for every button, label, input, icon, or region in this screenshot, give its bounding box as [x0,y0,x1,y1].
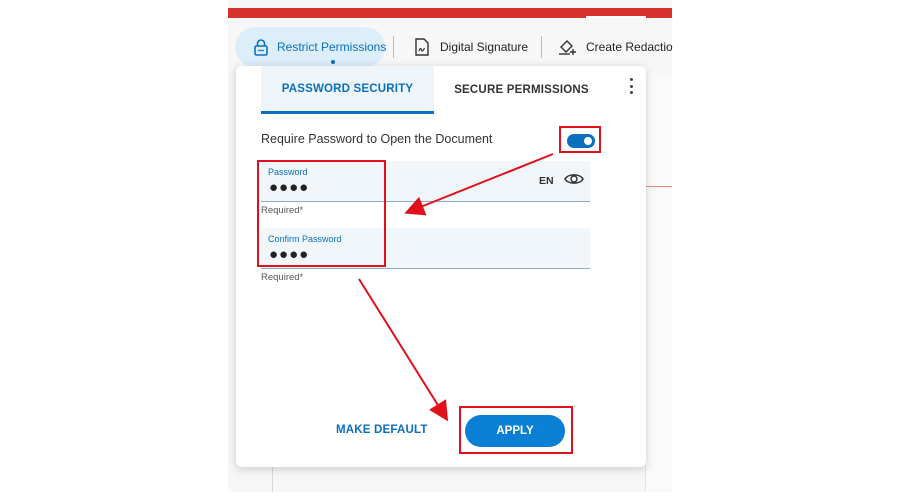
digital-signature-label: Digital Signature [440,40,529,54]
create-redaction-button[interactable]: Create Redactio [558,27,673,67]
tab-secure-permissions[interactable]: SECURE PERMISSIONS [434,66,609,114]
restrict-permissions-button[interactable]: Restrict Permissions [235,27,387,67]
document-side-area [645,74,672,492]
password-fields-highlight-box [257,160,386,267]
create-redaction-label: Create Redactio [586,40,673,54]
document-guide-line [645,186,672,187]
redaction-icon [558,37,578,57]
language-indicator: EN [539,175,554,187]
toolbar-separator [393,36,394,58]
require-password-label: Require Password to Open the Document [261,132,493,146]
more-vert-icon[interactable] [626,78,636,94]
active-indicator-dot [331,60,335,64]
top-red-bar [228,8,672,18]
toggle-highlight-box [559,126,601,153]
lock-icon [253,37,269,57]
make-default-button[interactable]: MAKE DEFAULT [336,424,428,436]
apply-highlight-box [459,406,573,454]
restrict-permissions-label: Restrict Permissions [277,40,387,54]
signature-icon [412,37,432,57]
eye-icon[interactable] [564,171,584,187]
digital-signature-button[interactable]: Digital Signature [412,27,528,67]
toolbar-separator [541,36,542,58]
tab-password-security[interactable]: PASSWORD SECURITY [261,66,434,114]
confirm-password-helper-text: Required* [261,272,304,283]
panel-tabs: PASSWORD SECURITY SECURE PERMISSIONS [261,66,646,114]
